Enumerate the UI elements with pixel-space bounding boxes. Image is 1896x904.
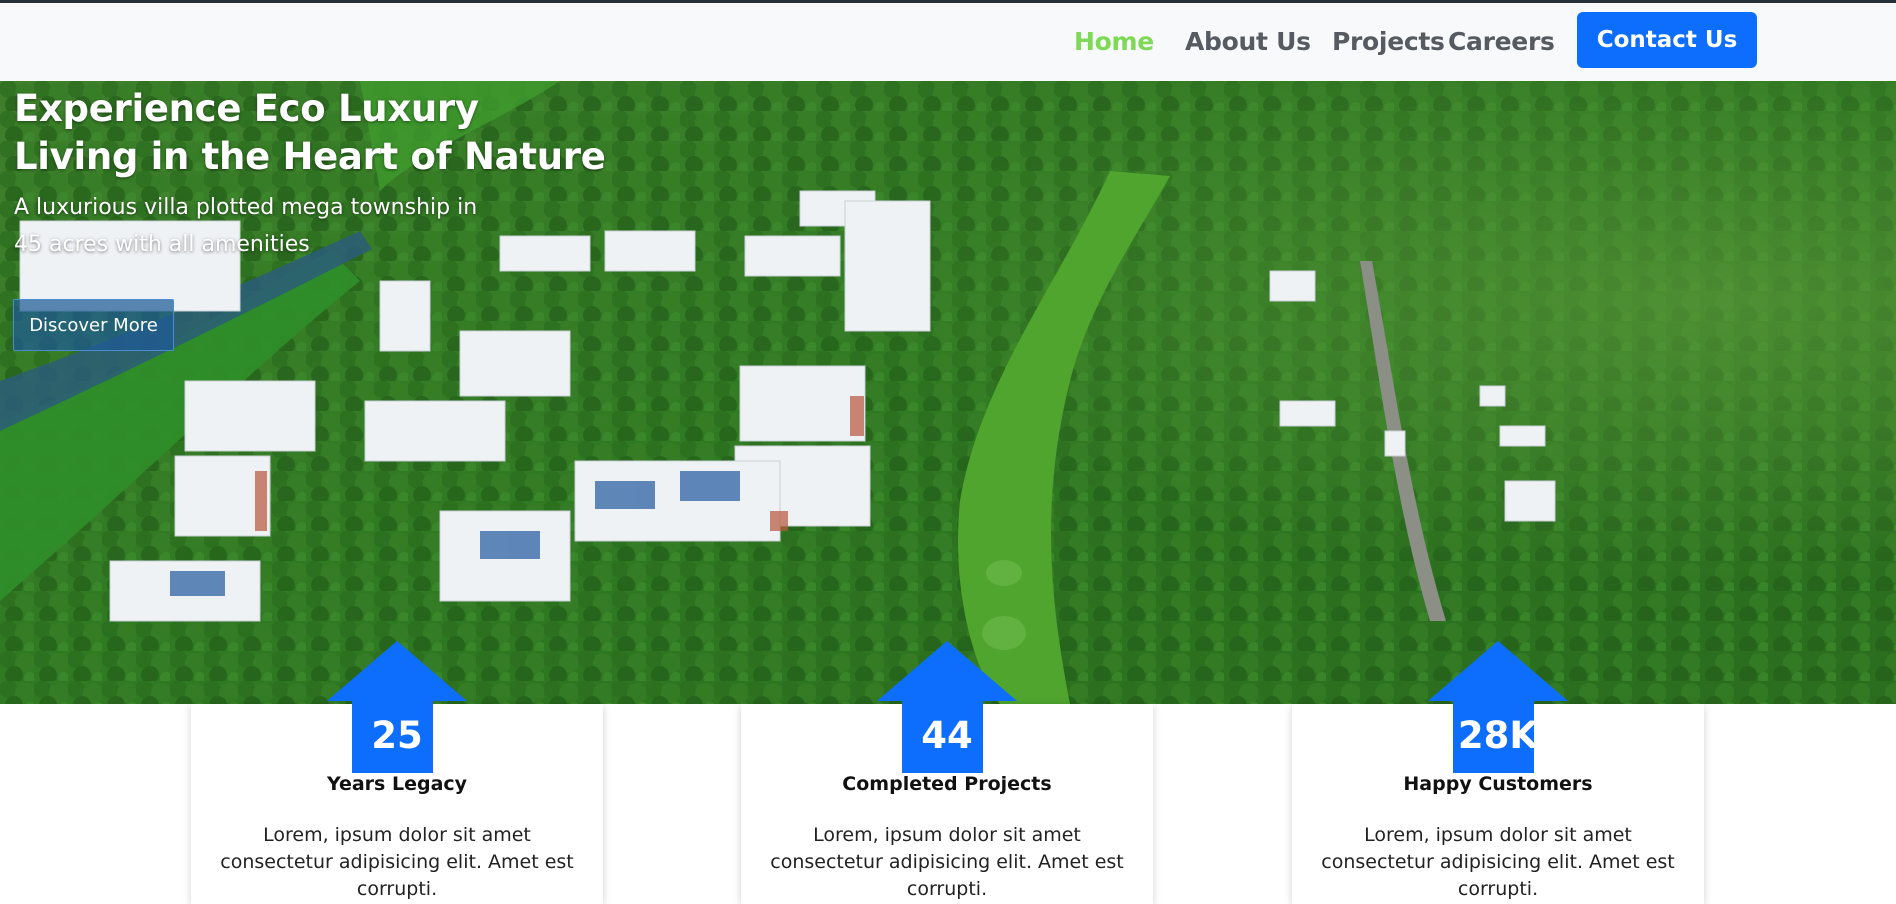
hero-title: Experience Eco Luxury Living in the Hear… xyxy=(14,85,606,181)
hero-section: Experience Eco Luxury Living in the Hear… xyxy=(0,81,1896,704)
stat-description: Lorem, ipsum dolor sit amet consectetur … xyxy=(770,824,1124,900)
hero-title-line2: Living in the Heart of Nature xyxy=(14,135,606,178)
nav-careers-link[interactable]: Careers xyxy=(1448,27,1555,56)
stat-value-customers: 28K xyxy=(1457,714,1539,757)
hero-title-line1: Experience Eco Luxury xyxy=(14,87,479,130)
stat-label-customers: Happy Customers xyxy=(1403,773,1593,795)
stat-label-projects: Completed Projects xyxy=(842,773,1052,795)
nav-home-link[interactable]: Home xyxy=(1074,27,1154,56)
stat-value-years: 25 xyxy=(371,714,423,757)
hero-subtitle: A luxurious villa plotted mega township … xyxy=(14,195,478,257)
navbar: Home About Us Projects Careers Contact U… xyxy=(0,3,1896,81)
nav-about-us-link[interactable]: About Us xyxy=(1185,27,1311,56)
stat-label-years: Years Legacy xyxy=(326,773,468,795)
stat-description: Lorem, ipsum dolor sit amet consectetur … xyxy=(220,824,574,900)
discover-more-button[interactable]: Discover More xyxy=(13,299,174,351)
contact-us-button[interactable]: Contact Us xyxy=(1577,12,1757,68)
stat-value-projects: 44 xyxy=(921,714,973,757)
nav-projects-link[interactable]: Projects xyxy=(1332,27,1445,56)
stat-description: Lorem, ipsum dolor sit amet consectetur … xyxy=(1321,824,1675,900)
